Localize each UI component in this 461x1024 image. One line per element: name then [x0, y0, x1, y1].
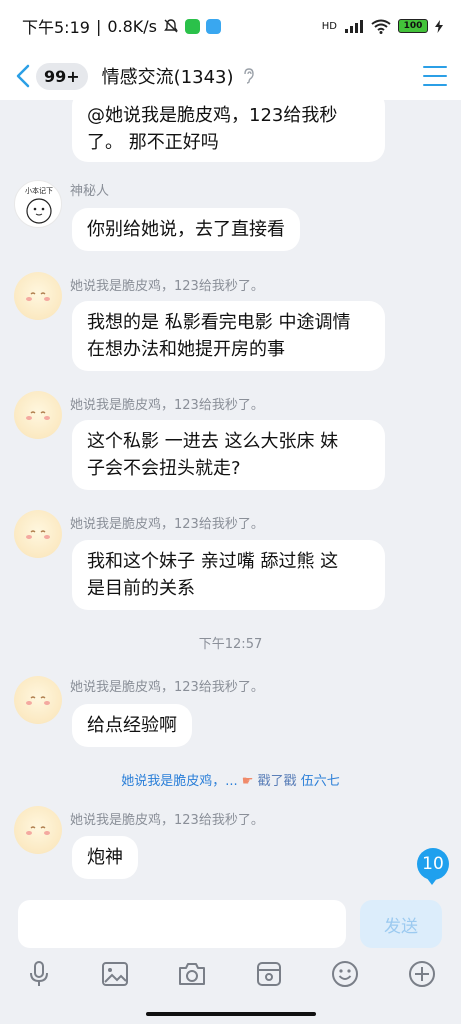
sender-name: 她说我是脆皮鸡，123给我秒了。 [70, 813, 264, 828]
image-icon[interactable] [100, 959, 130, 989]
sender-name: 神秘人 [70, 184, 110, 199]
send-button[interactable]: 发送 [360, 900, 442, 948]
avatar-text: 小本记下 [25, 186, 53, 195]
wifi-icon [371, 19, 391, 34]
unread-badge[interactable]: 99+ [36, 62, 88, 90]
sender-name: 她说我是脆皮鸡，123给我秒了。 [70, 279, 264, 294]
emoji-icon[interactable] [330, 959, 360, 989]
message-list[interactable]: @她说我是脆皮鸡，123给我秒 了。 那不正好吗 小本记下 神秘人 你别给她说，… [0, 100, 461, 895]
battery-icon: 100 [398, 19, 428, 33]
message-bubble[interactable]: 我和这个妹子 亲过嘴 舔过熊 这 是目前的关系 [72, 540, 385, 610]
poke-from[interactable]: 她说我是脆皮鸡，... [121, 774, 237, 789]
bell-muted-icon [164, 19, 178, 33]
message-bubble[interactable]: 我想的是 私影看完电影 中途调情 在想办法和她提开房的事 [72, 301, 385, 371]
status-time: 下午5:19 [22, 18, 90, 37]
avatar[interactable] [14, 806, 62, 854]
avatar[interactable] [14, 272, 62, 320]
back-button[interactable] [12, 61, 34, 91]
avatar[interactable]: 小本记下 [14, 180, 62, 228]
plus-icon[interactable] [407, 959, 437, 989]
message-text: 炮神 [87, 847, 123, 868]
status-bar: 下午5:19 | 0.8K/s HD 100 [0, 0, 461, 52]
message-bubble[interactable]: 给点经验啊 [72, 704, 192, 747]
input-toolbar [0, 955, 461, 1000]
status-speed: 0.8K/s [107, 16, 157, 36]
message-text: @她说我是脆皮鸡，123给我秒 了。 那不正好吗 [87, 105, 338, 153]
camera-icon[interactable] [177, 959, 207, 989]
avatar[interactable] [14, 391, 62, 439]
network-type: HD [321, 20, 337, 32]
home-indicator[interactable] [146, 1012, 316, 1016]
message-input[interactable] [18, 900, 346, 948]
microphone-icon[interactable] [24, 959, 54, 989]
message-text: 你别给她说，去了直接看 [87, 219, 285, 240]
sender-name: 她说我是脆皮鸡，123给我秒了。 [70, 517, 264, 532]
input-bar: 发送 [0, 895, 461, 955]
menu-icon[interactable] [423, 66, 447, 86]
message-text: 给点经验啊 [87, 715, 177, 736]
app-notification-icon [206, 18, 221, 34]
face-avatar-icon [26, 826, 50, 835]
avatar[interactable] [14, 676, 62, 724]
sender-name: 她说我是脆皮鸡，123给我秒了。 [70, 680, 264, 695]
group-title[interactable]: 情感交流(1343) [102, 63, 234, 89]
message-text: 我想的是 私影看完电影 中途调情 在想办法和她提开房的事 [87, 312, 351, 360]
message-bubble[interactable]: @她说我是脆皮鸡，123给我秒 了。 那不正好吗 [72, 100, 385, 162]
face-avatar-icon [26, 292, 50, 301]
earpiece-mode-icon [243, 68, 254, 84]
message-bubble[interactable]: 你别给她说，去了直接看 [72, 208, 300, 251]
timestamp: 下午12:57 [198, 637, 263, 652]
sticker-avatar-icon: 小本记下 [25, 186, 53, 224]
poke-hand-icon: ☛ [241, 774, 254, 789]
sticker-pack-icon[interactable] [254, 959, 284, 989]
charging-icon [435, 19, 443, 33]
face-avatar-icon [26, 411, 50, 420]
poke-to[interactable]: 伍六七 [301, 774, 340, 789]
avatar[interactable] [14, 510, 62, 558]
message-text: 我和这个妹子 亲过嘴 舔过熊 这 是目前的关系 [87, 551, 339, 599]
message-bubble[interactable]: 炮神 [72, 836, 138, 879]
face-avatar-icon [26, 696, 50, 705]
poke-action: 戳了戳 [257, 774, 297, 789]
new-messages-badge[interactable]: 10 [417, 848, 449, 885]
message-bubble[interactable]: 这个私影 一进去 这么大张床 妹 子会不会扭头就走? [72, 420, 385, 490]
signal-icon [345, 20, 363, 33]
poke-notice: 她说我是脆皮鸡，... ☛ 戳了戳 伍六七 [0, 770, 461, 789]
chat-header: 99+ 情感交流(1343) [0, 52, 461, 100]
sender-name: 她说我是脆皮鸡，123给我秒了。 [70, 398, 264, 413]
message-text: 这个私影 一进去 这么大张床 妹 子会不会扭头就走? [87, 431, 339, 479]
chevron-left-icon [16, 64, 30, 88]
wechat-icon [185, 18, 200, 34]
face-avatar-icon [26, 530, 50, 539]
